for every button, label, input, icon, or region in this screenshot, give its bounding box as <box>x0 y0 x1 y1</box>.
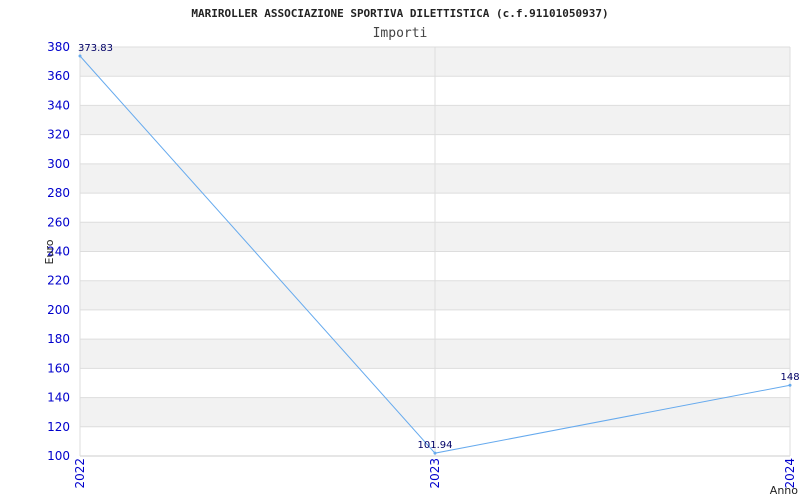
data-label: 373.83 <box>78 43 113 54</box>
y-tick-label: 360 <box>47 69 70 83</box>
y-tick-label: 340 <box>47 98 70 112</box>
x-tick-label: 2023 <box>428 458 442 489</box>
chart-subtitle: Importi <box>373 26 428 41</box>
y-tick-label: 180 <box>47 332 70 346</box>
y-tick-label: 320 <box>47 128 70 142</box>
y-tick-label: 140 <box>47 391 70 405</box>
y-tick-label: 380 <box>47 40 70 54</box>
y-tick-label: 300 <box>47 157 70 171</box>
data-label: 101.94 <box>418 440 453 451</box>
data-label: 148.46 <box>781 372 800 383</box>
data-point <box>788 383 792 387</box>
y-axis-label: Euro <box>43 239 56 264</box>
y-tick-label: 260 <box>47 215 70 229</box>
x-axis-label: Anno <box>770 484 798 497</box>
grid-bands <box>79 46 791 457</box>
data-point <box>433 451 437 455</box>
y-tick-label: 200 <box>47 303 70 317</box>
y-tick-label: 220 <box>47 274 70 288</box>
y-tick-label: 100 <box>47 449 70 463</box>
x-tick-label: 2022 <box>73 458 87 489</box>
data-point <box>78 54 82 58</box>
chart-title: MARIROLLER ASSOCIAZIONE SPORTIVA DILETTI… <box>191 7 608 20</box>
line-chart: MARIROLLER ASSOCIAZIONE SPORTIVA DILETTI… <box>43 7 800 497</box>
y-tick-label: 160 <box>47 361 70 375</box>
x-axis-ticks: 2022 2023 2024 <box>73 458 797 489</box>
y-tick-label: 280 <box>47 186 70 200</box>
y-tick-label: 120 <box>47 420 70 434</box>
